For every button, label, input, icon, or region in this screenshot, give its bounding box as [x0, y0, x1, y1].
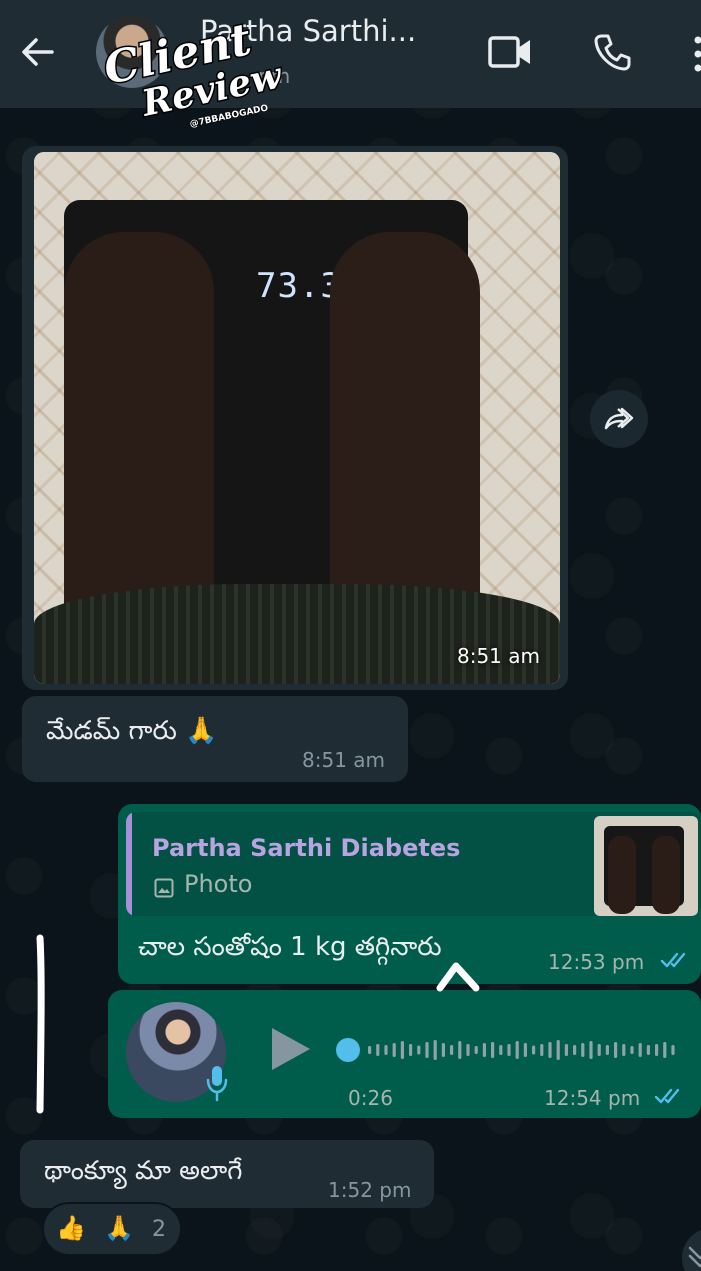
waveform-bar	[376, 1044, 380, 1056]
waveform-bar	[597, 1044, 601, 1056]
waveform-bar	[573, 1045, 577, 1055]
image-message-bubble[interactable]: 73.30kg 8:51 am	[22, 146, 568, 690]
arrow-left-icon[interactable]	[18, 32, 58, 72]
waveform-bar	[630, 1046, 634, 1054]
waveform-bar	[614, 1042, 618, 1058]
waveform-bar	[655, 1044, 659, 1056]
chevron-down-icon	[688, 1246, 701, 1268]
double-check-read-icon	[654, 1086, 684, 1106]
forward-icon	[604, 407, 634, 430]
message-text: చాల సంతోషం 1 kg తగ్గినారు	[138, 932, 442, 962]
quote-accent-bar	[126, 812, 132, 916]
waveform-bar	[499, 1045, 503, 1055]
checked-pants	[34, 584, 560, 684]
waveform-bar	[384, 1045, 388, 1055]
waveform-bar	[646, 1045, 650, 1055]
waveform-bar	[507, 1044, 511, 1056]
handdrawn-vertical-line	[34, 934, 46, 1116]
reaction-count: 2	[152, 1217, 166, 1242]
waveform-bar	[638, 1043, 642, 1057]
waveform-bar	[540, 1044, 544, 1056]
waveform-bar	[482, 1043, 486, 1057]
message-time: 12:54 pm	[544, 1086, 641, 1110]
scroll-to-bottom-button[interactable]	[682, 1228, 701, 1271]
message-text: మేడమ్ గారు 🙏	[46, 716, 218, 746]
photo-icon	[154, 878, 174, 898]
waveform-bar	[581, 1043, 585, 1057]
waveform-bar	[450, 1045, 454, 1055]
quoted-type-label: Photo	[184, 870, 253, 898]
message-reactions[interactable]: 👍 🙏 2	[42, 1202, 182, 1256]
waveform-bar	[400, 1041, 404, 1059]
thumbs-up-reaction: 👍	[56, 1214, 86, 1242]
incoming-message-bubble[interactable]: థాంక్యూ మా అలాగే 1:52 pm	[20, 1140, 434, 1208]
outgoing-reply-bubble[interactable]: Partha Sarthi Diabetes Photo చాల సంతోషం …	[118, 804, 701, 984]
video-camera-icon[interactable]	[488, 34, 532, 70]
waveform-bar	[433, 1040, 437, 1060]
forward-button[interactable]	[590, 390, 648, 448]
waveform-bar	[589, 1041, 593, 1059]
waveform-bar	[671, 1045, 675, 1055]
waveform-bar	[458, 1041, 462, 1059]
message-text: థాంక్యూ మా అలాగే	[44, 1156, 243, 1186]
waveform-bar	[523, 1043, 527, 1057]
waveform-bar	[417, 1045, 421, 1055]
double-check-read-icon	[660, 950, 690, 970]
chat-screen: Partha Sarthi... pm Client Review @7BBAB…	[0, 0, 701, 1271]
voice-waveform[interactable]	[364, 1034, 684, 1066]
waveform-bar	[605, 1045, 609, 1055]
folded-hands-reaction: 🙏	[104, 1214, 134, 1242]
play-icon[interactable]	[268, 1026, 312, 1072]
waveform-bar	[564, 1044, 568, 1056]
message-time: 1:52 pm	[328, 1178, 412, 1202]
message-time: 8:51 am	[456, 644, 540, 668]
more-vertical-icon[interactable]	[690, 36, 701, 72]
voice-seek-handle[interactable]	[336, 1038, 360, 1062]
waveform-bar	[622, 1044, 626, 1056]
phone-icon[interactable]	[592, 32, 632, 72]
voice-message-bubble[interactable]: 0:26 12:54 pm	[108, 990, 701, 1118]
quoted-photo-thumbnail	[594, 816, 698, 916]
microphone-icon	[204, 1064, 230, 1102]
waveform-bar	[532, 1045, 536, 1055]
waveform-bar	[548, 1042, 552, 1058]
weighing-scale-photo[interactable]: 73.30kg 8:51 am	[34, 152, 560, 684]
waveform-bar	[409, 1044, 413, 1056]
message-time: 12:53 pm	[548, 950, 645, 974]
waveform-bar	[491, 1042, 495, 1058]
handdrawn-caret	[436, 958, 482, 994]
quoted-sender-name: Partha Sarthi Diabetes	[152, 834, 461, 862]
waveform-bar	[441, 1043, 445, 1057]
message-time: 8:51 am	[302, 748, 386, 772]
waveform-bar	[368, 1046, 372, 1054]
waveform-bar	[392, 1043, 396, 1057]
waveform-bar	[425, 1042, 429, 1058]
waveform-bar	[515, 1041, 519, 1059]
quoted-message[interactable]: Partha Sarthi Diabetes Photo	[126, 812, 701, 916]
waveform-bar	[663, 1042, 667, 1058]
incoming-message-bubble[interactable]: మేడమ్ గారు 🙏 8:51 am	[22, 696, 408, 782]
waveform-bar	[466, 1044, 470, 1056]
waveform-bar	[474, 1046, 478, 1054]
voice-duration: 0:26	[348, 1086, 393, 1110]
waveform-bar	[556, 1040, 560, 1060]
